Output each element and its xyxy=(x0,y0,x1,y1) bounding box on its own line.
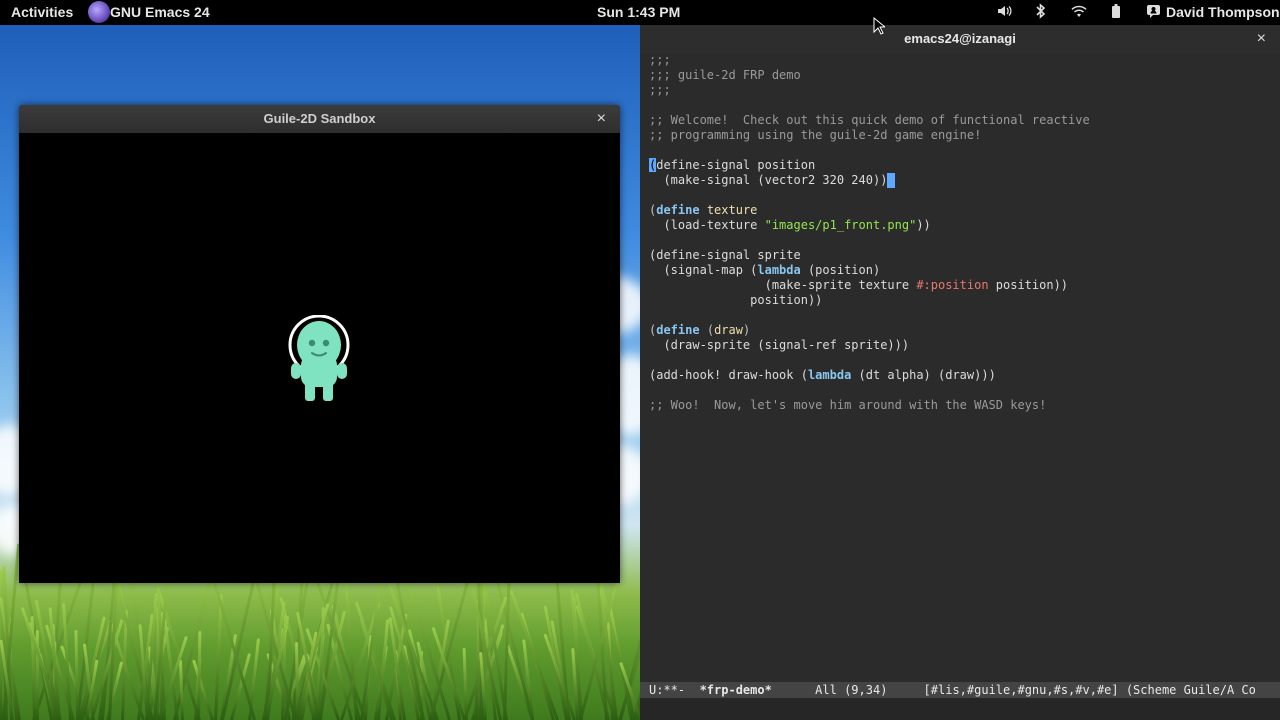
code-line: (signal-map (lambda (position) xyxy=(649,263,881,277)
code-line: (make-sprite texture #:position position… xyxy=(649,278,1069,292)
code-line: ;;; guile-2d FRP demo xyxy=(649,68,801,82)
user-menu-button[interactable]: David Thompson xyxy=(1166,4,1280,20)
close-icon[interactable]: × xyxy=(1257,25,1266,53)
grass-blade xyxy=(462,647,468,720)
minibuffer[interactable] xyxy=(640,698,1280,720)
top-bar: Activities GNU Emacs 24 Sun 1:43 PM Davi… xyxy=(0,0,1280,25)
code-line: (add-hook! draw-hook (lambda (dt alpha) … xyxy=(649,368,996,382)
grass-blade xyxy=(74,629,79,720)
grass-blade xyxy=(197,630,202,720)
emacs-titlebar[interactable]: emacs24@izanagi × xyxy=(640,25,1280,53)
code-line: ;;; xyxy=(649,53,671,67)
code-line: position)) xyxy=(649,293,823,307)
app-menu-button[interactable]: GNU Emacs 24 xyxy=(110,4,210,20)
player-sprite xyxy=(288,315,350,401)
modeline-position: All (9,34) xyxy=(771,683,924,697)
game-canvas[interactable] xyxy=(19,133,620,583)
bluetooth-icon[interactable] xyxy=(1035,3,1047,22)
code-buffer[interactable]: ;;;;;; guile-2d FRP demo;;; ;; Welcome! C… xyxy=(649,53,1274,680)
code-line: ;; Welcome! Check out this quick demo of… xyxy=(649,113,1090,127)
battery-icon[interactable] xyxy=(1111,3,1121,22)
code-line: (make-signal (vector2 320 240)) xyxy=(649,173,1274,188)
code-line: (define texture xyxy=(649,203,758,217)
sandbox-titlebar[interactable]: Guile-2D Sandbox × xyxy=(19,105,620,133)
code-line: ;; Woo! Now, let's move him around with … xyxy=(649,398,1047,412)
wifi-icon[interactable] xyxy=(1071,3,1087,22)
user-chat-icon[interactable] xyxy=(1146,3,1162,22)
sandbox-title: Guile-2D Sandbox xyxy=(263,111,376,126)
code-line: ;;; xyxy=(649,83,671,97)
code-line: ;; programming using the guile-2d game e… xyxy=(649,128,982,142)
close-icon[interactable]: × xyxy=(597,105,606,133)
modeline-buffer-name[interactable]: *frp-demo* xyxy=(700,683,772,697)
emacs-title: emacs24@izanagi xyxy=(904,31,1016,46)
emacs-window[interactable]: emacs24@izanagi × ;;;;;; guile-2d FRP de… xyxy=(640,25,1280,720)
code-line: (draw-sprite (signal-ref sprite))) xyxy=(649,338,910,352)
mouse-pointer-icon xyxy=(873,17,885,35)
code-line: (load-texture "images/p1_front.png")) xyxy=(649,218,931,232)
code-line: (define-signal position xyxy=(649,158,816,172)
code-line: (define (draw) xyxy=(649,323,751,337)
modeline-status: U:**- xyxy=(649,683,700,697)
text-cursor xyxy=(887,173,896,188)
mode-line: U:**- *frp-demo* All (9,34) [#lis,#guile… xyxy=(640,682,1280,698)
activities-button[interactable]: Activities xyxy=(11,4,73,20)
sandbox-window[interactable]: Guile-2D Sandbox × xyxy=(19,105,620,583)
volume-icon[interactable] xyxy=(996,3,1012,22)
modeline-modes[interactable]: [#lis,#guile,#gnu,#s,#v,#e] (Scheme Guil… xyxy=(924,683,1256,697)
code-line: (define-signal sprite xyxy=(649,248,801,262)
region-start-marker: ( xyxy=(649,158,657,172)
emacs-app-icon[interactable] xyxy=(88,1,110,23)
clock-button[interactable]: Sun 1:43 PM xyxy=(597,4,680,20)
